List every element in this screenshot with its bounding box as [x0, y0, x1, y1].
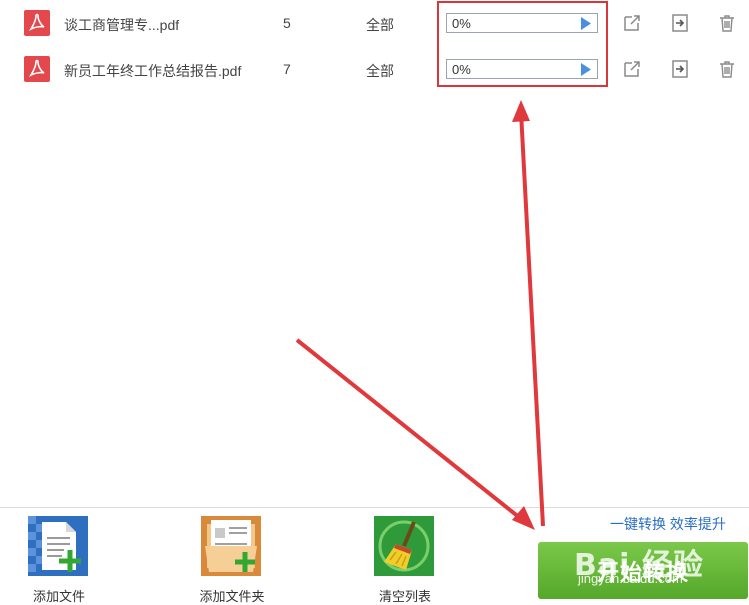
- start-convert-button[interactable]: 开始转换: [538, 542, 748, 599]
- file-row[interactable]: 新员工年终工作总结报告.pdf 7 全部 0%: [0, 47, 749, 93]
- file-name: 谈工商管理专...pdf: [64, 17, 180, 33]
- open-external-icon[interactable]: [622, 13, 642, 33]
- broom-icon: [374, 516, 434, 576]
- add-folder-button[interactable]: 添加文件夹: [187, 508, 277, 604]
- slogan-text: 一键转换 效率提升: [610, 516, 726, 532]
- progress-text: 0%: [452, 62, 471, 77]
- trash-icon[interactable]: [717, 13, 737, 33]
- add-folder-icon: [201, 516, 261, 576]
- file-name: 新员工年终工作总结报告.pdf: [64, 63, 242, 79]
- open-external-icon[interactable]: [622, 59, 642, 79]
- page-count: 7: [283, 61, 291, 77]
- add-file-button[interactable]: 添加文件: [14, 508, 104, 604]
- pdf-icon: [24, 56, 50, 82]
- page-range-select[interactable]: 全部: [366, 61, 394, 81]
- progress-bar: 0%: [446, 59, 598, 79]
- clear-list-button[interactable]: 清空列表: [360, 508, 450, 604]
- start-convert-label: 开始转换: [596, 559, 689, 585]
- add-file-icon: [28, 516, 88, 576]
- add-file-label: 添加文件: [32, 589, 85, 604]
- page-count: 5: [283, 15, 291, 31]
- play-icon[interactable]: [580, 17, 592, 30]
- export-icon[interactable]: [670, 13, 690, 33]
- pdf-icon: [24, 10, 50, 36]
- clear-list-label: 清空列表: [378, 589, 431, 604]
- page-range-select[interactable]: 全部: [366, 15, 394, 35]
- export-icon[interactable]: [670, 59, 690, 79]
- trash-icon[interactable]: [717, 59, 737, 79]
- add-folder-label: 添加文件夹: [199, 589, 265, 604]
- file-row[interactable]: 谈工商管理专...pdf 5 全部 0%: [0, 1, 749, 47]
- progress-bar: 0%: [446, 13, 598, 33]
- progress-text: 0%: [452, 16, 471, 31]
- play-icon[interactable]: [580, 63, 592, 76]
